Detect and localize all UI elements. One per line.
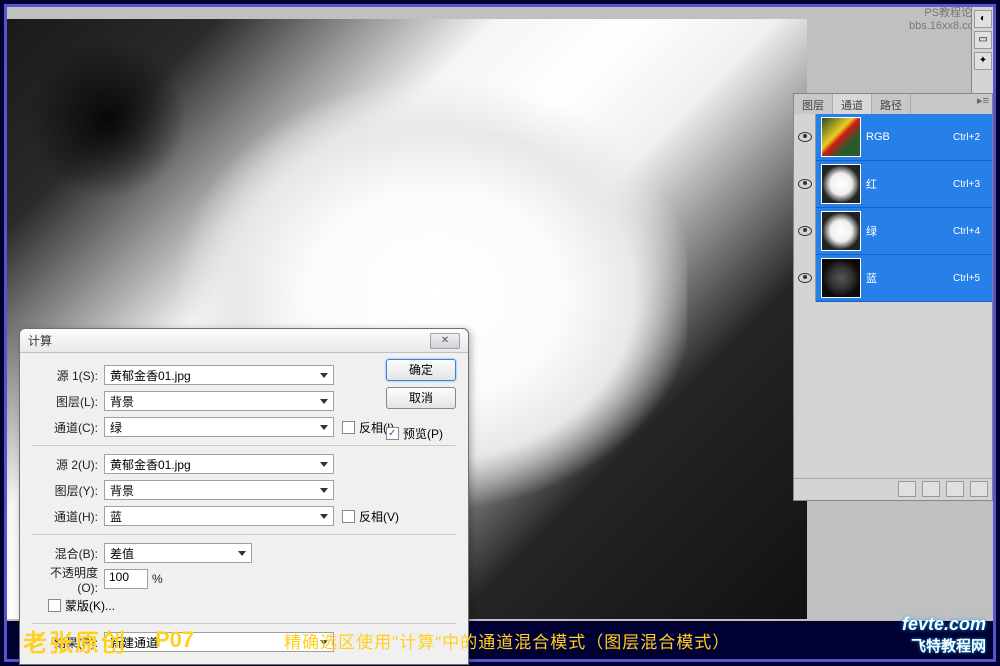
checkbox-icon <box>342 510 355 523</box>
panel-menu-icon[interactable]: ▸≡ <box>974 94 992 114</box>
combo-value: 黄郁金香01.jpg <box>110 456 191 473</box>
source2-label: 源 2(U): <box>32 456 104 473</box>
caption-page: P07 <box>155 627 194 653</box>
channel-name: 红 <box>866 176 953 192</box>
channel-row-green[interactable]: 绿 Ctrl+4 <box>794 208 992 255</box>
tab-channels[interactable]: 通道 <box>833 94 872 114</box>
combo-value: 蓝 <box>110 508 122 525</box>
close-icon[interactable]: ✕ <box>430 333 460 349</box>
combo-value: 背景 <box>110 393 134 410</box>
source2-layer-select[interactable]: 背景 <box>104 480 334 500</box>
tool-icon[interactable]: ▭ <box>974 31 992 49</box>
eye-icon <box>798 132 812 142</box>
caption-description: 精确选区使用"计算"中的通道混合模式（图层混合模式） <box>284 628 730 653</box>
cancel-button[interactable]: 取消 <box>386 387 456 409</box>
new-channel-icon[interactable] <box>946 481 964 497</box>
channel-shortcut: Ctrl+5 <box>953 273 992 284</box>
mask-checkbox[interactable]: 蒙版(K)... <box>48 597 115 614</box>
opacity-suffix: % <box>152 572 163 586</box>
ok-button[interactable]: 确定 <box>386 359 456 381</box>
site-name: 飞特教程网 <box>902 635 986 656</box>
panel-tabs: 图层 通道 路径 ▸≡ <box>794 94 992 114</box>
channel-thumbnail <box>821 117 861 157</box>
dialog-title: 计算 <box>28 332 430 349</box>
checkbox-icon <box>386 427 399 440</box>
opacity-input[interactable]: 100 <box>104 569 148 589</box>
channel-row-rgb[interactable]: RGB Ctrl+2 <box>794 114 992 161</box>
tab-paths[interactable]: 路径 <box>872 94 911 114</box>
channel-thumbnail <box>821 211 861 251</box>
tool-icon[interactable]: ✦ <box>974 52 992 70</box>
combo-value: 背景 <box>110 482 134 499</box>
channels-panel: 图层 通道 路径 ▸≡ RGB Ctrl+2 红 Ctrl+3 绿 Ctrl+4… <box>793 93 993 501</box>
panel-footer <box>794 478 992 500</box>
delete-channel-icon[interactable] <box>970 481 988 497</box>
channel-row-red[interactable]: 红 Ctrl+3 <box>794 161 992 208</box>
eye-icon <box>798 226 812 236</box>
divider <box>32 534 456 535</box>
caption-author: 老张原创 <box>23 623 127 658</box>
panel-empty-area <box>794 302 992 478</box>
channel-name: 绿 <box>866 223 953 239</box>
dialog-titlebar[interactable]: 计算 ✕ <box>20 329 468 353</box>
caption-bar: 老张原创 P07 精确选区使用"计算"中的通道混合模式（图层混合模式） <box>7 621 993 659</box>
channel-shortcut: Ctrl+3 <box>953 179 992 190</box>
invert-label: 反相(V) <box>359 508 399 525</box>
visibility-toggle[interactable] <box>794 255 816 302</box>
workspace: PS教程论坛 bbs.16xx8.com ◐ ▭ ✦ 图层 通道 路径 ▸≡ R… <box>7 7 993 621</box>
opacity-label: 不透明度(O): <box>32 564 104 595</box>
channel-name: RGB <box>866 131 953 143</box>
divider <box>32 445 456 446</box>
tool-icon[interactable]: ◐ <box>974 10 992 28</box>
combo-value: 绿 <box>110 419 122 436</box>
source1-channel-label: 通道(C): <box>32 419 104 436</box>
checkbox-icon <box>342 421 355 434</box>
blend-select[interactable]: 差值 <box>104 543 252 563</box>
channel-thumbnail <box>821 258 861 298</box>
visibility-toggle[interactable] <box>794 114 816 161</box>
visibility-toggle[interactable] <box>794 161 816 208</box>
dialog-body: 确定 取消 预览(P) 源 1(S): 黄郁金香01.jpg 图层(L): 背景… <box>20 353 468 664</box>
visibility-toggle[interactable] <box>794 208 816 255</box>
source1-label: 源 1(S): <box>32 367 104 384</box>
tab-layers[interactable]: 图层 <box>794 94 833 114</box>
channel-shortcut: Ctrl+4 <box>953 226 992 237</box>
eye-icon <box>798 273 812 283</box>
combo-value: 黄郁金香01.jpg <box>110 367 191 384</box>
source2-select[interactable]: 黄郁金香01.jpg <box>104 454 334 474</box>
source1-channel-select[interactable]: 绿 <box>104 417 334 437</box>
channel-thumbnail <box>821 164 861 204</box>
source1-layer-select[interactable]: 背景 <box>104 391 334 411</box>
site-logo: fevte.com 飞特教程网 <box>902 614 986 656</box>
preview-label: 预览(P) <box>403 425 443 442</box>
source2-channel-select[interactable]: 蓝 <box>104 506 334 526</box>
load-selection-icon[interactable] <box>898 481 916 497</box>
combo-value: 差值 <box>110 545 134 562</box>
channel-row-blue[interactable]: 蓝 Ctrl+5 <box>794 255 992 302</box>
source1-layer-label: 图层(L): <box>32 393 104 410</box>
checkbox-icon <box>48 599 61 612</box>
source2-layer-label: 图层(Y): <box>32 482 104 499</box>
channel-shortcut: Ctrl+2 <box>953 132 992 143</box>
blend-label: 混合(B): <box>32 545 104 562</box>
source1-select[interactable]: 黄郁金香01.jpg <box>104 365 334 385</box>
source2-invert-checkbox[interactable]: 反相(V) <box>342 508 399 525</box>
save-selection-icon[interactable] <box>922 481 940 497</box>
calculations-dialog: 计算 ✕ 确定 取消 预览(P) 源 1(S): 黄郁金香01.jpg 图层(L… <box>19 328 469 665</box>
mask-label: 蒙版(K)... <box>65 597 115 614</box>
dialog-button-column: 确定 取消 预览(P) <box>386 359 456 442</box>
channel-name: 蓝 <box>866 270 953 286</box>
right-toolbar: ◐ ▭ ✦ <box>971 7 993 93</box>
site-url: fevte.com <box>902 614 986 635</box>
preview-checkbox[interactable]: 预览(P) <box>386 425 456 442</box>
source2-channel-label: 通道(H): <box>32 508 104 525</box>
eye-icon <box>798 179 812 189</box>
